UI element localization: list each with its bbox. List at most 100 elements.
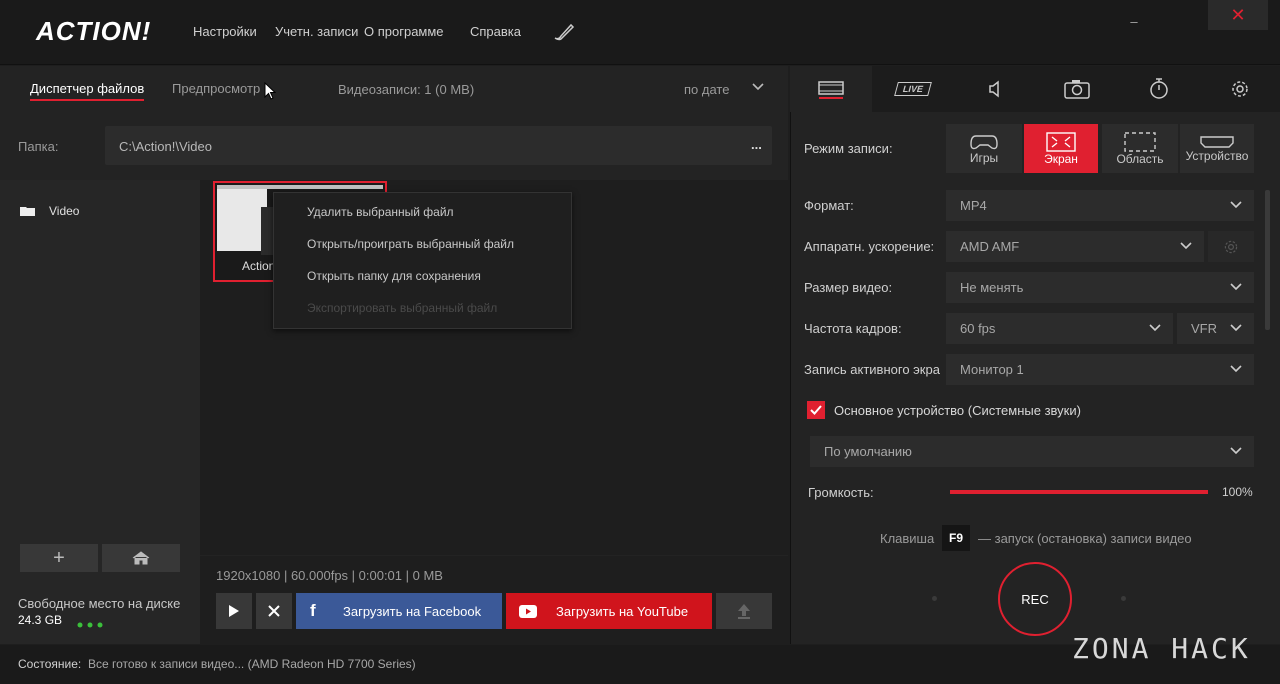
fps-select[interactable]: 60 fps xyxy=(946,313,1173,344)
rec-indicator-right xyxy=(1121,596,1126,601)
facebook-icon: f xyxy=(310,601,316,620)
audio-device-value: По умолчанию xyxy=(824,444,912,459)
chevron-down-icon xyxy=(1230,362,1242,377)
format-label: Формат: xyxy=(804,198,854,213)
speaker-icon xyxy=(989,80,999,98)
chevron-down-icon xyxy=(1149,321,1161,336)
status-text: Все готово к записи видео... (AMD Radeon… xyxy=(88,657,416,671)
home-folder-button[interactable] xyxy=(102,544,180,572)
mode-device-button[interactable]: Устройство xyxy=(1180,124,1254,173)
add-folder-button[interactable]: + xyxy=(20,544,98,572)
youtube-icon xyxy=(519,604,537,618)
tab-video[interactable] xyxy=(790,66,873,112)
upload-youtube-button[interactable]: Загрузить на YouTube xyxy=(506,593,712,629)
camera-icon xyxy=(1064,80,1090,99)
sort-dropdown[interactable]: по дате xyxy=(684,82,729,97)
hotkey-prefix: Клавиша xyxy=(880,531,935,546)
fps-value: 60 fps xyxy=(960,321,996,336)
hw-accel-value: AMD AMF xyxy=(960,239,1020,254)
hdmi-icon xyxy=(1200,135,1234,148)
recordings-count: Видеозаписи: 1 (0 MB) xyxy=(338,82,475,97)
tab-preview[interactable]: Предпросмотр xyxy=(172,81,260,96)
tab-live[interactable]: LIVE xyxy=(872,66,955,112)
upload-facebook-label: Загрузить на Facebook xyxy=(343,603,482,619)
menu-settings[interactable]: Настройки xyxy=(193,24,257,39)
gamepad-icon xyxy=(970,134,998,149)
disk-space-label: Свободное место на диске xyxy=(18,596,181,611)
video-size-label: Размер видео: xyxy=(804,280,893,295)
ctx-open-folder[interactable]: Открыть папку для сохранения xyxy=(307,269,481,283)
thumbnail-label: Action xyxy=(242,259,276,273)
mode-screen-button[interactable]: Экран xyxy=(1024,124,1098,173)
play-button[interactable] xyxy=(216,593,252,629)
home-icon xyxy=(132,551,150,565)
tab-settings[interactable] xyxy=(1200,66,1280,112)
region-icon xyxy=(1124,131,1156,152)
brush-icon[interactable] xyxy=(553,22,575,45)
volume-label: Громкость: xyxy=(808,485,874,500)
volume-slider[interactable] xyxy=(950,490,1208,494)
live-icon: LIVE xyxy=(894,82,932,96)
settings-scrollbar[interactable] xyxy=(1265,190,1270,330)
ctx-delete-file[interactable]: Удалить выбранный файл xyxy=(307,205,454,219)
disk-status-indicator xyxy=(77,616,107,631)
video-size-select[interactable]: Не менять xyxy=(946,272,1254,303)
upload-button[interactable] xyxy=(716,593,772,629)
title-bar xyxy=(0,0,1280,65)
audio-device-select[interactable]: По умолчанию xyxy=(810,436,1254,467)
fullscreen-icon xyxy=(1046,131,1076,152)
fps-mode-value: VFR xyxy=(1191,321,1217,336)
ctx-export-file: Экспортировать выбранный файл xyxy=(307,301,498,315)
chevron-down-icon xyxy=(1230,280,1242,295)
close-button[interactable]: ✕ xyxy=(1208,0,1268,30)
record-mode-label: Режим записи: xyxy=(804,141,893,156)
checkmark-icon xyxy=(810,405,822,415)
menu-accounts[interactable]: Учетн. записи xyxy=(275,24,358,39)
format-select[interactable]: MP4 xyxy=(946,190,1254,221)
hw-accel-select[interactable]: AMD AMF xyxy=(946,231,1204,262)
tree-item-video[interactable]: Video xyxy=(49,204,79,218)
mode-region-button[interactable]: Область xyxy=(1102,124,1178,173)
stopwatch-icon xyxy=(1150,78,1168,99)
volume-fill xyxy=(950,490,1208,494)
film-icon xyxy=(818,81,844,99)
chevron-down-icon xyxy=(1230,198,1242,213)
tab-screenshot[interactable] xyxy=(1036,66,1119,112)
hotkey-key[interactable]: F9 xyxy=(942,525,970,551)
play-icon xyxy=(229,605,239,617)
upload-youtube-label: Загрузить на YouTube xyxy=(556,603,689,619)
close-icon xyxy=(268,605,280,617)
monitor-select[interactable]: Монитор 1 xyxy=(946,354,1254,385)
tab-audio[interactable] xyxy=(954,66,1037,112)
gear-icon xyxy=(1224,240,1238,253)
upload-facebook-button[interactable]: f Загрузить на Facebook xyxy=(296,593,502,629)
folder-tree xyxy=(0,180,200,644)
monitor-value: Монитор 1 xyxy=(960,362,1024,377)
tab-timer[interactable] xyxy=(1118,66,1201,112)
watermark: ZONA HACK xyxy=(1072,632,1251,665)
menu-about[interactable]: О программе xyxy=(364,24,444,39)
video-size-value: Не менять xyxy=(960,280,1024,295)
mode-screen-label: Экран xyxy=(1044,151,1078,166)
ctx-open-file[interactable]: Открыть/проиграть выбранный файл xyxy=(307,237,514,251)
mode-games-button[interactable]: Игры xyxy=(946,124,1022,173)
file-info: 1920x1080 | 60.000fps | 0:00:01 | 0 MB xyxy=(216,568,443,583)
browse-folder-button[interactable]: ... xyxy=(751,137,762,152)
delete-button[interactable] xyxy=(256,593,292,629)
mode-device-label: Устройство xyxy=(1185,148,1249,163)
fps-mode-select[interactable]: VFR xyxy=(1177,313,1254,344)
hw-accel-label: Аппаратн. ускорение: xyxy=(804,239,935,254)
chevron-down-icon[interactable] xyxy=(752,80,764,95)
menu-help[interactable]: Справка xyxy=(470,24,521,39)
disk-space-value: 24.3 GB xyxy=(18,613,63,627)
rec-button[interactable]: REC xyxy=(998,562,1072,636)
audio-device-checkbox[interactable] xyxy=(807,401,825,419)
app-logo: ACTION! xyxy=(36,16,152,46)
volume-value: 100% xyxy=(1222,485,1253,499)
rec-indicator-left xyxy=(932,596,937,601)
tab-file-manager[interactable]: Диспетчер файлов xyxy=(30,81,145,101)
context-menu: Удалить выбранный файл Открыть/проиграть… xyxy=(273,192,572,329)
hw-accel-settings-button[interactable] xyxy=(1208,231,1254,262)
mode-games-label: Игры xyxy=(969,150,999,165)
minimize-button[interactable]: – xyxy=(1122,6,1146,36)
